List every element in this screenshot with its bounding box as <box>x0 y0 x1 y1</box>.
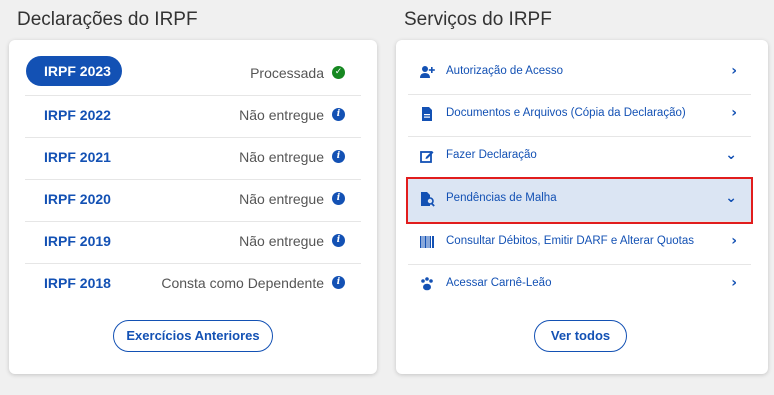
info-circle-icon[interactable]: i <box>332 192 345 205</box>
servico-label: Acessar Carnê-Leão <box>446 277 552 289</box>
declaracao-row-2019[interactable]: IRPF 2019 Não entregue i <box>25 221 361 264</box>
declaracao-status: Consta como Dependente <box>161 275 324 291</box>
servico-label: Autorização de Acesso <box>446 65 563 77</box>
declaracoes-card: IRPF 2023 Processada ✓ IRPF 2022 Não ent… <box>9 40 377 374</box>
chevron-right-icon: › <box>731 233 737 249</box>
declaracao-row-2023[interactable]: IRPF 2023 Processada ✓ <box>25 53 361 96</box>
chevron-right-icon: › <box>731 63 737 79</box>
chevron-right-icon: › <box>731 105 737 121</box>
info-circle-icon[interactable]: i <box>332 276 345 289</box>
servicos-title: Serviços do IRPF <box>404 9 552 30</box>
info-circle-icon[interactable]: i <box>332 108 345 121</box>
info-circle-icon[interactable]: i <box>332 234 345 247</box>
servico-pendencias-malha[interactable]: Pendências de Malha ⌄ <box>406 177 753 224</box>
servico-label: Fazer Declaração <box>446 149 537 161</box>
declaracao-row-2018[interactable]: IRPF 2018 Consta como Dependente i <box>25 263 361 305</box>
declaracao-status: Não entregue <box>239 191 324 207</box>
chevron-right-icon: › <box>731 275 737 291</box>
document-icon <box>419 106 435 122</box>
servico-label: Consultar Débitos, Emitir DARF e Alterar… <box>446 235 694 247</box>
declaracao-year: IRPF 2022 <box>44 107 111 123</box>
year-pill-selected[interactable]: IRPF 2023 <box>26 56 122 86</box>
servico-carne-leao[interactable]: Acessar Carnê-Leão › <box>408 264 751 306</box>
user-plus-icon <box>419 64 435 80</box>
servicos-card: Autorização de Acesso › Documentos e Arq… <box>396 40 768 374</box>
ver-todos-button[interactable]: Ver todos <box>534 320 627 352</box>
servico-fazer-declaracao[interactable]: Fazer Declaração ⌄ <box>408 136 751 179</box>
declaracao-row-2022[interactable]: IRPF 2022 Não entregue i <box>25 95 361 138</box>
edit-icon <box>419 148 435 164</box>
servico-label: Pendências de Malha <box>446 192 557 204</box>
servico-documentos-arquivos[interactable]: Documentos e Arquivos (Cópia da Declaraç… <box>408 94 751 137</box>
servico-label: Documentos e Arquivos (Cópia da Declaraç… <box>446 107 686 119</box>
servico-consultar-debitos[interactable]: Consultar Débitos, Emitir DARF e Alterar… <box>408 222 751 265</box>
declaracao-status: Processada <box>250 65 324 81</box>
paw-icon <box>419 276 435 292</box>
info-circle-icon[interactable]: i <box>332 150 345 163</box>
declaracao-status: Não entregue <box>239 233 324 249</box>
declaracao-status: Não entregue <box>239 107 324 123</box>
declaracoes-title: Declarações do IRPF <box>17 9 198 30</box>
declaracao-row-2021[interactable]: IRPF 2021 Não entregue i <box>25 137 361 180</box>
declaracao-year: IRPF 2023 <box>44 63 111 79</box>
chevron-down-icon: ⌄ <box>725 190 737 206</box>
exercicios-anteriores-button[interactable]: Exercícios Anteriores <box>113 320 273 352</box>
declaracao-year: IRPF 2021 <box>44 149 111 165</box>
declaracao-year: IRPF 2020 <box>44 191 111 207</box>
chevron-down-icon: ⌄ <box>725 147 737 163</box>
declaracao-row-2020[interactable]: IRPF 2020 Não entregue i <box>25 179 361 222</box>
barcode-icon <box>419 234 435 250</box>
servico-autorizacao-acesso[interactable]: Autorização de Acesso › <box>408 52 751 95</box>
declaracao-year: IRPF 2019 <box>44 233 111 249</box>
declaracao-status: Não entregue <box>239 149 324 165</box>
declaracao-year: IRPF 2018 <box>44 275 111 291</box>
document-search-icon <box>419 191 435 207</box>
check-circle-icon: ✓ <box>332 66 345 79</box>
